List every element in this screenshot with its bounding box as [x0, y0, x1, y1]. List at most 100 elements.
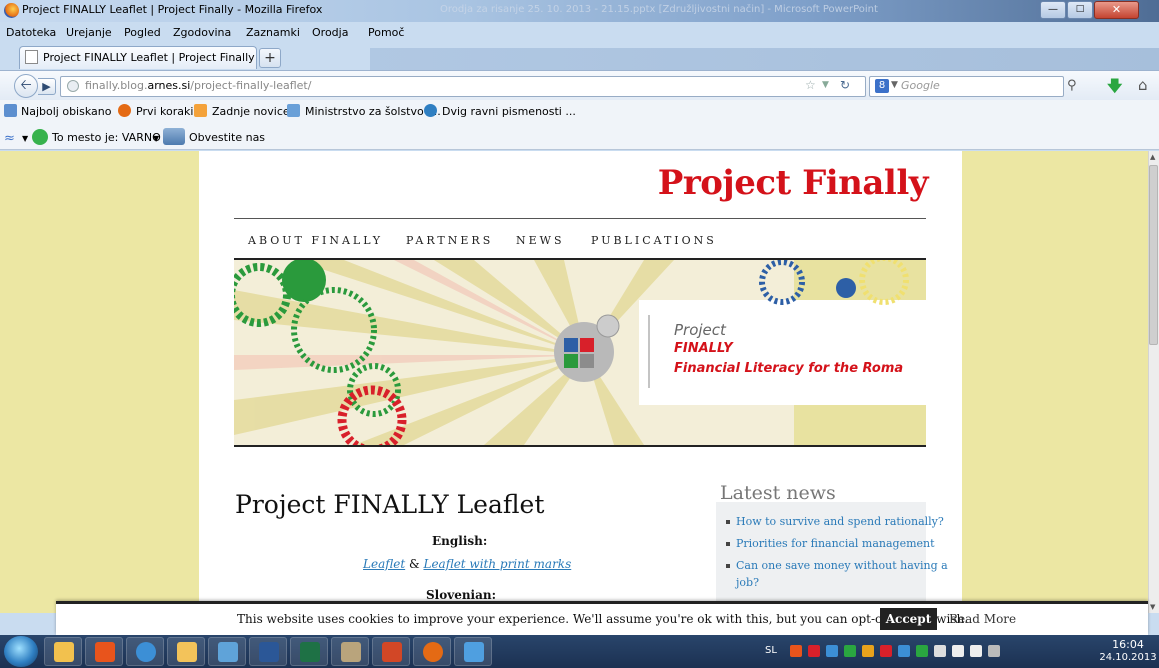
scroll-down-arrow-icon[interactable]: ▼ — [1150, 603, 1155, 611]
media-player-icon — [95, 642, 115, 662]
banner-line-3: Financial Literacy for the Roma — [674, 361, 904, 376]
url-history-dropdown-icon[interactable]: ▼ — [822, 80, 829, 90]
taskbar-media[interactable] — [85, 637, 123, 666]
bookmark-most-visited[interactable]: Najbolj obiskano — [21, 105, 111, 118]
menu-view[interactable]: Pogled — [124, 26, 161, 39]
tray-app-icon[interactable] — [916, 645, 928, 657]
search-icon[interactable]: ⚲ — [1067, 78, 1077, 93]
bookmark-ministry[interactable]: Ministrstvo za šolstvo i... — [305, 105, 441, 118]
nav-about[interactable]: ABOUT FINALLY — [248, 234, 383, 247]
scroll-up-arrow-icon[interactable]: ▲ — [1150, 153, 1155, 161]
download-icon[interactable]: 🡇 — [1107, 76, 1122, 101]
news-item[interactable]: How to survive and spend rationally? — [726, 515, 944, 528]
network-icon — [218, 642, 238, 662]
reload-icon[interactable]: ↻ — [840, 78, 850, 92]
search-placeholder[interactable]: Google — [901, 79, 940, 92]
url-text[interactable]: finally.blog.arnes.si/project-finally-le… — [85, 79, 311, 92]
chevron-down-icon[interactable]: ▼ — [22, 134, 28, 143]
forward-button[interactable]: ▶ — [38, 78, 56, 95]
tray-app-icon[interactable] — [898, 645, 910, 657]
tray-app-icon[interactable] — [934, 645, 946, 657]
internet-explorer-icon — [136, 642, 156, 662]
menu-help[interactable]: Pomoč — [368, 26, 404, 39]
bookmark-latest-news[interactable]: Zadnje novice — [212, 105, 290, 118]
banner-line-1: Project — [674, 321, 726, 339]
report-link[interactable]: Obvestite nas — [189, 131, 265, 144]
rss-icon — [194, 104, 207, 117]
tray-app-icon[interactable] — [862, 645, 874, 657]
menu-edit[interactable]: Urejanje — [66, 26, 112, 39]
taskbar-ie[interactable] — [126, 637, 164, 666]
read-more-link[interactable]: Read More — [949, 612, 1016, 626]
action-center-flag-icon[interactable] — [970, 645, 982, 657]
taskbar-screen[interactable] — [454, 637, 492, 666]
clock-time[interactable]: 16:04 — [1102, 638, 1154, 651]
minimize-button[interactable]: — — [1040, 1, 1066, 19]
header-banner — [234, 260, 926, 445]
nav-publications[interactable]: PUBLICATIONS — [591, 234, 717, 247]
scrollbar-thumb[interactable] — [1149, 165, 1158, 345]
bookmark-literacy[interactable]: Dvig ravni pismenosti ... — [442, 105, 576, 118]
signal-icon[interactable] — [988, 645, 1000, 657]
nav-news[interactable]: NEWS — [516, 234, 565, 247]
news-item[interactable]: Priorities for financial management — [726, 537, 935, 550]
bluetooth-icon[interactable] — [826, 645, 838, 657]
menu-file[interactable]: Datoteka — [6, 26, 56, 39]
start-button[interactable] — [4, 636, 38, 667]
volume-icon[interactable] — [952, 645, 964, 657]
wifi-icon[interactable]: ≈ — [4, 131, 15, 146]
home-icon[interactable]: ⌂ — [1138, 76, 1148, 94]
tray-app-icon[interactable] — [790, 645, 802, 657]
window-title: Project FINALLY Leaflet | Project Finall… — [22, 3, 323, 16]
background-window-title: Orodja za risanje 25. 10. 2013 - 21.15.p… — [440, 4, 878, 15]
background-window-strip — [370, 48, 1159, 70]
link-separator: & — [405, 557, 424, 571]
maximize-button[interactable]: □ — [1067, 1, 1093, 19]
taskbar-powerpoint[interactable] — [372, 637, 410, 666]
clock-date[interactable]: 24.10.2013 — [1098, 652, 1158, 663]
taskbar-firefox[interactable] — [413, 637, 451, 666]
leaflet-print-link[interactable]: Leaflet with print marks — [423, 557, 571, 571]
news-item[interactable]: Can one save money without having a — [726, 559, 948, 572]
search-bar[interactable] — [869, 76, 1064, 97]
bookmark-star-icon[interactable]: ☆ — [805, 78, 816, 92]
security-status[interactable]: To mesto je: VARNO — [52, 131, 161, 144]
banner-graphic — [234, 260, 926, 445]
firefox-icon[interactable] — [4, 3, 19, 18]
leaflet-link[interactable]: Leaflet — [363, 557, 405, 571]
menu-history[interactable]: Zgodovina — [173, 26, 231, 39]
taskbar-calculator[interactable] — [331, 637, 369, 666]
cookie-message: This website uses cookies to improve you… — [237, 612, 969, 626]
folder-icon — [54, 642, 74, 662]
chevron-down-icon[interactable]: ▼ — [153, 134, 159, 143]
taskbar-network[interactable] — [208, 637, 246, 666]
taskbar-outlook[interactable] — [167, 637, 205, 666]
calculator-icon — [341, 642, 361, 662]
site-title[interactable]: Project Finally — [530, 163, 929, 203]
excel-icon — [300, 642, 320, 662]
taskbar-excel[interactable] — [290, 637, 328, 666]
taskbar-word[interactable] — [249, 637, 287, 666]
back-button[interactable]: 🡠 — [14, 74, 38, 98]
slovenian-heading: Slovenian: — [426, 588, 497, 602]
search-engine-icon[interactable]: 8 — [875, 79, 889, 93]
people-icon — [163, 128, 185, 145]
post-title: Project FINALLY Leaflet — [235, 490, 545, 519]
menu-tools[interactable]: Orodja — [312, 26, 348, 39]
tray-app-icon[interactable] — [880, 645, 892, 657]
english-heading: English: — [432, 534, 488, 548]
tray-app-icon[interactable] — [808, 645, 820, 657]
taskbar-explorer[interactable] — [44, 637, 82, 666]
search-engine-dropdown-icon[interactable]: ▼ — [891, 80, 898, 90]
bookmark-getting-started[interactable]: Prvi koraki — [136, 105, 193, 118]
accept-cookies-button[interactable]: Accept — [880, 608, 937, 630]
language-indicator[interactable]: SL — [765, 645, 777, 656]
site-identity-icon[interactable] — [67, 80, 79, 92]
new-tab-button[interactable]: + — [259, 48, 281, 68]
nav-partners[interactable]: PARTNERS — [406, 234, 493, 247]
news-item-continued[interactable]: job? — [736, 576, 759, 589]
firefox-icon — [423, 642, 443, 662]
menu-bookmarks[interactable]: Zaznamki — [246, 26, 300, 39]
tray-app-icon[interactable] — [844, 645, 856, 657]
close-button[interactable]: ✕ — [1094, 1, 1139, 19]
